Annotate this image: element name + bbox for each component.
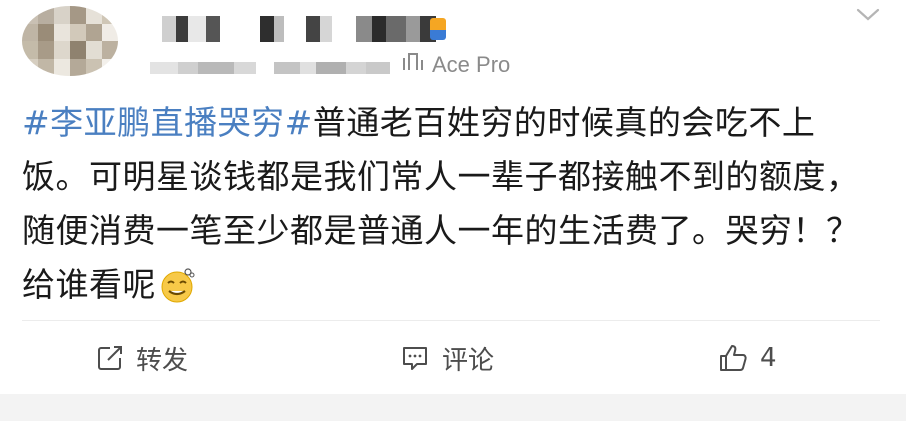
comment-label: 评论 <box>442 345 495 376</box>
avatar-mosaic-cell <box>54 58 70 76</box>
divider <box>22 320 880 321</box>
avatar-mosaic-cell <box>102 58 118 76</box>
chevron-down-icon[interactable] <box>854 4 882 24</box>
avatar-mosaic-cell <box>38 23 54 41</box>
phone-device-icon <box>402 52 424 78</box>
like-count: 4 <box>760 343 777 373</box>
avatar-mosaic-cell <box>22 41 38 59</box>
repost-label: 转发 <box>136 345 189 376</box>
avatar-mosaic-cell <box>38 6 54 24</box>
avatar-mosaic-cell <box>86 6 102 24</box>
avatar-mosaic-cell <box>22 23 38 41</box>
device-source: Ace Pro <box>402 52 510 78</box>
feed-separator <box>0 394 906 421</box>
weibo-post-card: Ace Pro #李亚鹏直播哭穷#普通老百姓穷的时候真的会吃不上饭。可明星谈钱都… <box>0 0 906 421</box>
avatar-mosaic-cell <box>22 6 38 24</box>
post-body: #李亚鹏直播哭穷#普通老百姓穷的时候真的会吃不上饭。可明星谈钱都是我们常人一辈子… <box>22 96 862 312</box>
action-bar: 转发 评论 4 <box>0 330 906 386</box>
avatar-mosaic-cell <box>70 23 86 41</box>
avatar[interactable] <box>22 6 118 76</box>
device-name: Ace Pro <box>432 52 511 77</box>
vip-badge-icon <box>430 18 446 40</box>
avatar-mosaic-cell <box>102 41 118 59</box>
avatar-mosaic-cell <box>70 6 86 24</box>
avatar-mosaic-cell <box>86 23 102 41</box>
avatar-mosaic-cell <box>38 58 54 76</box>
like-button[interactable]: 4 <box>718 330 777 386</box>
hashtag-link[interactable]: #李亚鹏直播哭穷# <box>22 103 313 142</box>
thumbs-up-icon <box>720 345 747 371</box>
avatar-mosaic-cell <box>54 6 70 24</box>
avatar-mosaic-cell <box>54 41 70 59</box>
avatar-mosaic-cell <box>22 58 38 76</box>
avatar-mosaic-cell <box>70 58 86 76</box>
dizzy-smile-emoji-icon <box>161 268 195 303</box>
comment-icon <box>403 347 427 370</box>
username-blurred[interactable] <box>162 16 436 42</box>
avatar-mosaic-cell <box>102 6 118 24</box>
avatar-mosaic-cell <box>86 41 102 59</box>
repost-icon <box>98 346 122 370</box>
timestamp-blurred <box>150 62 390 74</box>
repost-button[interactable]: 转发 <box>96 330 188 386</box>
avatar-mosaic-cell <box>38 41 54 59</box>
avatar-mosaic-cell <box>54 23 70 41</box>
avatar-mosaic-cell <box>102 23 118 41</box>
avatar-mosaic-cell <box>70 41 86 59</box>
comment-button[interactable]: 评论 <box>400 330 494 386</box>
avatar-mosaic-cell <box>86 58 102 76</box>
